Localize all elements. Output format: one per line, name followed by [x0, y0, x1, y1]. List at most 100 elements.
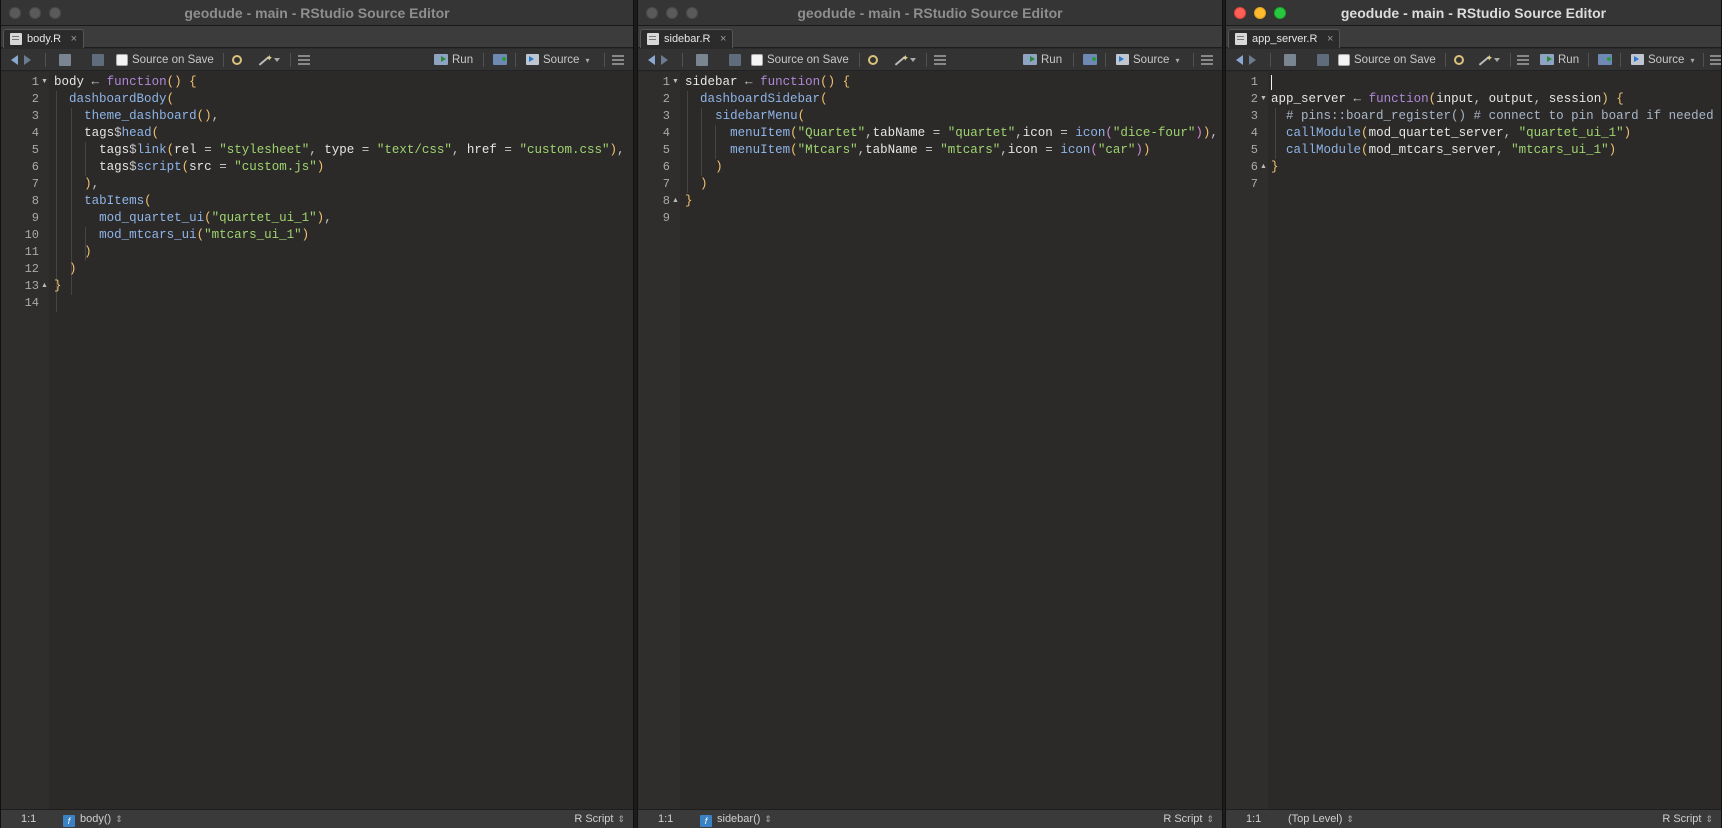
close-icon[interactable]: × — [1327, 30, 1333, 48]
source-on-save-toggle[interactable]: Source on Save — [1338, 52, 1436, 68]
code-line[interactable] — [1271, 176, 1721, 193]
run-button[interactable]: Run — [1540, 52, 1579, 68]
back-button[interactable] — [1236, 52, 1243, 68]
rerun-button[interactable] — [493, 52, 507, 68]
code-line[interactable]: ) — [54, 261, 633, 278]
line-number: 5 — [662, 143, 670, 157]
outline-button[interactable] — [1201, 52, 1213, 68]
source-on-save-toggle[interactable]: Source on Save — [751, 52, 849, 68]
tab-app-server-r[interactable]: app_server.R × — [1228, 29, 1341, 48]
code-line[interactable]: tags$head( — [54, 125, 633, 142]
code-tools-button[interactable] — [257, 50, 280, 68]
code-content[interactable]: sidebar ← function() { dashboardSidebar(… — [685, 74, 1222, 227]
outline-icon — [1201, 54, 1213, 65]
code-line[interactable]: # pins::board_register() # connect to pi… — [1271, 108, 1721, 125]
scope-selector[interactable]: f sidebar() ⇕ — [700, 810, 772, 828]
code-editor[interactable]: 1 2 3 4 5 6 7 8 9 ▼ ▲ sidebar ← function… — [638, 72, 1222, 809]
code-line[interactable]: } — [54, 278, 633, 295]
run-button[interactable]: Run — [1023, 52, 1062, 68]
code-content[interactable]: app_server ← function(input, output, ses… — [1271, 74, 1721, 193]
code-line[interactable]: tabItems( — [54, 193, 633, 210]
code-line[interactable]: ) — [685, 159, 1222, 176]
rerun-button[interactable] — [1598, 52, 1612, 68]
source-on-save-checkbox[interactable] — [1338, 53, 1350, 66]
save-button[interactable] — [92, 52, 104, 68]
code-line[interactable]: } — [685, 193, 1222, 210]
code-editor[interactable]: 1 2 3 4 5 6 7 ▼ ▲ app_server ← function(… — [1226, 72, 1721, 809]
code-line[interactable]: sidebarMenu( — [685, 108, 1222, 125]
code-line[interactable]: theme_dashboard(), — [54, 108, 633, 125]
outline-button[interactable] — [1710, 52, 1721, 68]
code-line[interactable]: } — [1271, 159, 1721, 176]
code-line[interactable] — [1271, 74, 1721, 91]
code-line[interactable]: mod_mtcars_ui("mtcars_ui_1") — [54, 227, 633, 244]
file-type-selector[interactable]: R Script ⇕ — [1163, 810, 1214, 828]
code-line[interactable]: mod_quartet_ui("quartet_ui_1"), — [54, 210, 633, 227]
scope-label: (Top Level) — [1288, 813, 1343, 825]
source-on-save-checkbox[interactable] — [116, 53, 128, 66]
window-titlebar[interactable]: geodude - main - RStudio Source Editor — [1, 0, 633, 26]
forward-button[interactable] — [1249, 52, 1256, 68]
code-line[interactable]: callModule(mod_mtcars_server, "mtcars_ui… — [1271, 142, 1721, 159]
rerun-button[interactable] — [1083, 52, 1097, 68]
save-button[interactable] — [729, 52, 741, 68]
find-replace-button[interactable] — [232, 52, 242, 68]
code-line[interactable]: callModule(mod_quartet_server, "quartet_… — [1271, 125, 1721, 142]
window-titlebar[interactable]: geodude - main - RStudio Source Editor — [638, 0, 1222, 26]
compile-report-button[interactable] — [934, 52, 946, 68]
show-in-window-button[interactable] — [1284, 52, 1296, 68]
fold-toggle-icon[interactable]: ▲ — [41, 282, 48, 289]
source-on-save-toggle[interactable]: Source on Save — [116, 52, 214, 68]
fold-toggle-icon[interactable]: ▼ — [1260, 95, 1267, 102]
code-line[interactable]: dashboardBody( — [54, 91, 633, 108]
window-titlebar[interactable]: geodude - main - RStudio Source Editor — [1226, 0, 1721, 26]
code-line[interactable]: tags$script(src = "custom.js") — [54, 159, 633, 176]
code-line[interactable]: body ← function() { — [54, 74, 633, 91]
source-button[interactable]: Source ▾ — [526, 52, 589, 68]
show-in-window-button[interactable] — [59, 52, 71, 68]
code-line[interactable]: ) — [54, 244, 633, 261]
close-icon[interactable]: × — [720, 30, 726, 48]
find-replace-button[interactable] — [868, 52, 878, 68]
forward-button[interactable] — [24, 52, 31, 68]
back-button[interactable] — [648, 52, 655, 68]
code-line[interactable] — [685, 210, 1222, 227]
code-line[interactable]: menuItem("Quartet",tabName = "quartet",i… — [685, 125, 1222, 142]
fold-toggle-icon[interactable]: ▲ — [672, 197, 679, 204]
back-button[interactable] — [11, 52, 18, 68]
close-icon[interactable]: × — [71, 30, 77, 48]
code-line[interactable]: sidebar ← function() { — [685, 74, 1222, 91]
forward-button[interactable] — [661, 52, 668, 68]
source-button[interactable]: Source ▾ — [1631, 52, 1694, 68]
compile-report-button[interactable] — [298, 52, 310, 68]
code-content[interactable]: body ← function() { dashboardBody( theme… — [54, 74, 633, 312]
code-tools-button[interactable] — [893, 50, 916, 68]
run-button[interactable]: Run — [434, 52, 473, 68]
line-number: 6 — [662, 160, 670, 174]
source-on-save-checkbox[interactable] — [751, 53, 763, 66]
outline-button[interactable] — [612, 52, 624, 68]
fold-toggle-icon[interactable]: ▼ — [41, 78, 48, 85]
source-button[interactable]: Source ▾ — [1116, 52, 1179, 68]
tab-sidebar-r[interactable]: sidebar.R × — [640, 29, 734, 48]
compile-report-button[interactable] — [1517, 52, 1529, 68]
scope-selector[interactable]: (Top Level) ⇕ — [1288, 810, 1354, 828]
code-line[interactable]: app_server ← function(input, output, ses… — [1271, 91, 1721, 108]
tab-body-r[interactable]: body.R × — [3, 29, 85, 48]
fold-toggle-icon[interactable]: ▼ — [672, 78, 679, 85]
code-line[interactable]: tags$link(rel = "stylesheet", type = "te… — [54, 142, 633, 159]
code-tools-button[interactable] — [1477, 50, 1500, 68]
find-replace-button[interactable] — [1454, 52, 1464, 68]
show-in-window-button[interactable] — [696, 52, 708, 68]
code-line[interactable]: dashboardSidebar( — [685, 91, 1222, 108]
file-type-selector[interactable]: R Script ⇕ — [1662, 810, 1713, 828]
code-line[interactable]: ), — [54, 176, 633, 193]
fold-toggle-icon[interactable]: ▲ — [1260, 163, 1267, 170]
save-button[interactable] — [1317, 52, 1329, 68]
file-type-selector[interactable]: R Script ⇕ — [574, 810, 625, 828]
code-line[interactable] — [54, 295, 633, 312]
code-editor[interactable]: 1 2 3 4 5 6 7 8 9 10 11 12 13 14 ▼ ▲ bod… — [1, 72, 633, 809]
scope-selector[interactable]: f body() ⇕ — [63, 810, 123, 828]
code-line[interactable]: menuItem("Mtcars",tabName = "mtcars",ico… — [685, 142, 1222, 159]
code-line[interactable]: ) — [685, 176, 1222, 193]
